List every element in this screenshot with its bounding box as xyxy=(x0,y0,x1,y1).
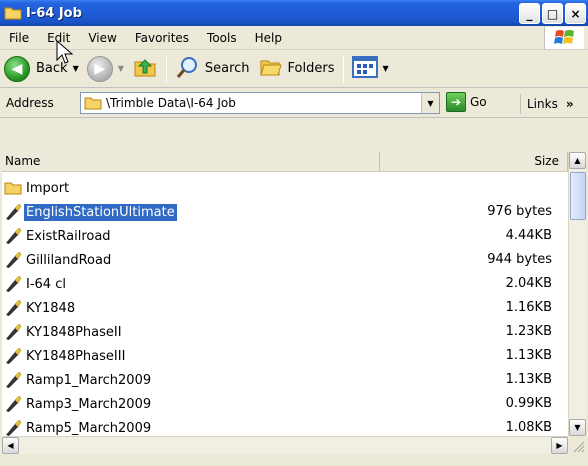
survey-file-icon xyxy=(4,203,22,221)
go-button[interactable]: ➔ Go xyxy=(446,92,487,112)
up-folder-button[interactable] xyxy=(128,53,162,85)
survey-file-icon xyxy=(4,251,22,269)
address-path: \Trimble Data\I-64 Job xyxy=(106,96,236,110)
views-button[interactable]: ▼ xyxy=(348,53,393,85)
column-headers: Name Size xyxy=(2,152,568,172)
address-label: Address xyxy=(6,95,54,110)
survey-file-icon xyxy=(4,347,22,365)
menu-bar: File Edit View Favorites Tools Help xyxy=(0,26,588,50)
file-name: KY1848 xyxy=(26,300,76,316)
folder-icon xyxy=(4,5,22,21)
file-size: 944 bytes xyxy=(487,252,552,267)
file-size: 2.04KB xyxy=(505,276,552,291)
address-dropdown-button[interactable]: ▼ xyxy=(421,93,439,113)
file-name: Ramp5_March2009 xyxy=(26,420,152,436)
views-icon xyxy=(351,55,378,82)
file-name: GillilandRoad xyxy=(26,252,112,268)
file-size: 4.44KB xyxy=(505,228,552,243)
survey-file-icon xyxy=(4,395,22,413)
vertical-scrollbar[interactable]: ▲ ▼ xyxy=(568,152,586,436)
survey-file-icon xyxy=(4,275,22,293)
file-name: KY1848PhaseII xyxy=(26,324,122,340)
survey-file-icon xyxy=(4,419,22,437)
folders-button[interactable]: Folders xyxy=(254,53,339,85)
chevron-right-icon: » xyxy=(565,97,574,111)
window-title: I-64 Job xyxy=(26,5,82,21)
folder-icon xyxy=(84,95,102,111)
folders-label: Folders xyxy=(287,61,335,76)
file-name: Ramp1_March2009 xyxy=(26,372,152,388)
forward-button[interactable]: ▶ ▼ xyxy=(83,53,128,85)
column-header-name[interactable]: Name xyxy=(2,152,380,171)
mouse-cursor-icon xyxy=(56,39,74,66)
resize-grip-icon[interactable] xyxy=(568,436,586,454)
menu-view[interactable]: View xyxy=(79,28,125,48)
toolbar-separator xyxy=(342,54,344,83)
title-bar[interactable]: I-64 Job _ □ × xyxy=(0,0,588,26)
survey-file-icon xyxy=(4,323,22,341)
list-item[interactable]: Import xyxy=(4,176,566,200)
minimize-button[interactable]: _ xyxy=(519,3,540,24)
file-name: Import xyxy=(26,180,70,196)
file-size: 1.23KB xyxy=(505,324,552,339)
close-button[interactable]: × xyxy=(565,3,586,24)
chevron-down-icon[interactable]: ▼ xyxy=(383,64,389,73)
file-name: I-64 cl xyxy=(26,276,66,292)
up-folder-icon xyxy=(132,54,158,84)
survey-file-icon xyxy=(4,299,22,317)
file-name: EnglishStationUltimate xyxy=(23,202,178,222)
file-size: 976 bytes xyxy=(487,204,552,219)
toolbar-separator xyxy=(165,54,167,83)
file-name: ExistRailroad xyxy=(26,228,111,244)
horizontal-scrollbar[interactable]: ◀ ▶ xyxy=(2,436,568,454)
back-arrow-icon: ◀ xyxy=(4,55,30,82)
list-item[interactable]: KY1848PhaseIII 1.13KB xyxy=(4,344,566,368)
menu-favorites[interactable]: Favorites xyxy=(126,28,198,48)
folders-icon xyxy=(258,54,284,84)
go-arrow-icon: ➔ xyxy=(446,92,466,112)
go-label: Go xyxy=(470,95,487,109)
list-item[interactable]: Ramp3_March2009 0.99KB xyxy=(4,392,566,416)
file-size: 0.99KB xyxy=(505,396,552,411)
scroll-left-button[interactable]: ◀ xyxy=(2,437,19,454)
file-size: 1.16KB xyxy=(505,300,552,315)
menu-file[interactable]: File xyxy=(0,28,38,48)
windows-logo-icon xyxy=(544,27,584,49)
search-icon xyxy=(175,54,201,84)
file-size: 1.13KB xyxy=(505,372,552,387)
file-size: 1.13KB xyxy=(505,348,552,363)
list-item[interactable]: ExistRailroad 4.44KB xyxy=(4,224,566,248)
chevron-down-icon[interactable]: ▼ xyxy=(118,64,124,73)
list-item[interactable]: Ramp1_March2009 1.13KB xyxy=(4,368,566,392)
list-item[interactable]: EnglishStationUltimate 976 bytes xyxy=(4,200,566,224)
scroll-right-button[interactable]: ▶ xyxy=(551,437,568,454)
address-bar: Address \Trimble Data\I-64 Job ▼ ➔ Go Li… xyxy=(0,88,588,118)
file-name: Ramp3_March2009 xyxy=(26,396,152,412)
links-label: Links xyxy=(527,97,558,111)
list-item[interactable]: GillilandRoad 944 bytes xyxy=(4,248,566,272)
scrollbar-thumb[interactable] xyxy=(570,172,586,220)
search-button[interactable]: Search xyxy=(171,53,254,85)
links-button[interactable]: Links » xyxy=(520,94,588,114)
list-item[interactable]: KY1848 1.16KB xyxy=(4,296,566,320)
list-item[interactable]: KY1848PhaseII 1.23KB xyxy=(4,320,566,344)
menu-tools[interactable]: Tools xyxy=(198,28,246,48)
search-label: Search xyxy=(204,61,250,76)
column-header-size[interactable]: Size xyxy=(380,152,568,171)
scroll-up-button[interactable]: ▲ xyxy=(569,152,586,169)
standard-toolbar: ◀ Back ▼ ▶ ▼ Search Folders ▼ xyxy=(0,50,588,88)
survey-file-icon xyxy=(4,371,22,389)
address-input[interactable]: \Trimble Data\I-64 Job ▼ xyxy=(80,92,440,114)
file-name: KY1848PhaseIII xyxy=(26,348,126,364)
list-item[interactable]: I-64 cl 2.04KB xyxy=(4,272,566,296)
maximize-button[interactable]: □ xyxy=(542,3,563,24)
file-rows: Import EnglishStationUltimate 976 bytes … xyxy=(4,176,566,440)
folder-icon xyxy=(4,179,22,197)
menu-help[interactable]: Help xyxy=(246,28,291,48)
forward-arrow-icon: ▶ xyxy=(86,55,113,82)
survey-file-icon xyxy=(4,227,22,245)
scroll-down-button[interactable]: ▼ xyxy=(569,419,586,436)
